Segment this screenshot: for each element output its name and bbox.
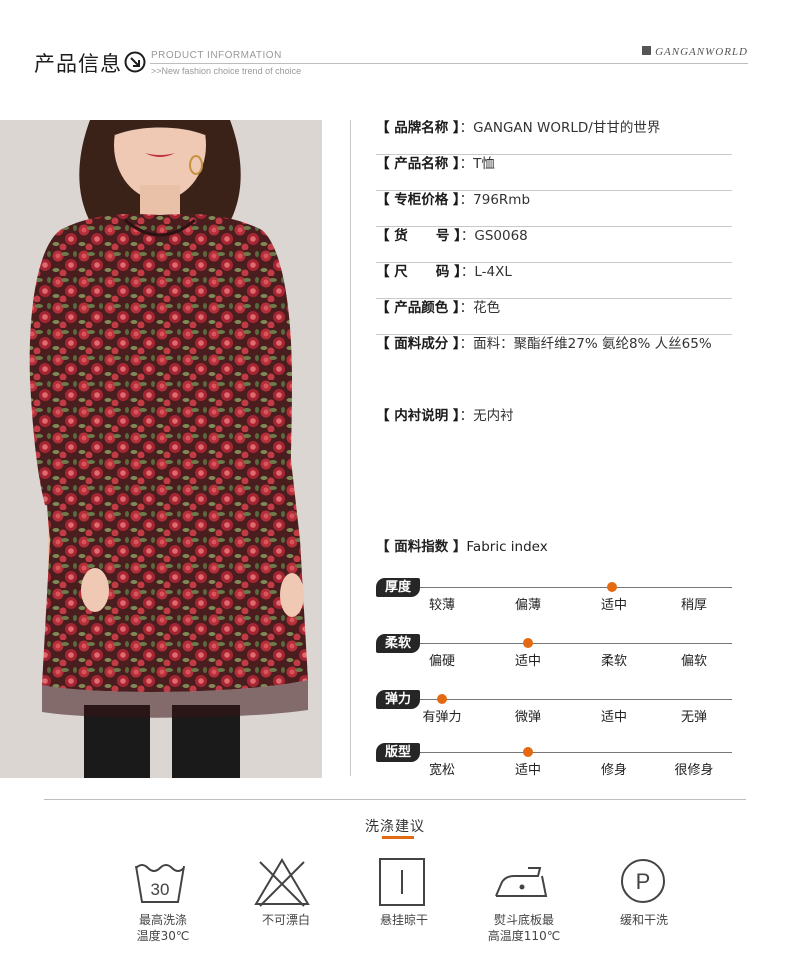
brand-label: GANGANWORLD (642, 46, 748, 58)
dry-clean-icon: P (621, 859, 665, 903)
care-label-iron: 熨斗底板最 高温度110℃ (487, 913, 561, 943)
info-row-lining: 【 内衬说明 】：无内衬 (376, 408, 514, 424)
svg-text:30: 30 (151, 880, 170, 899)
fabric-index-option: 适中 (514, 654, 541, 669)
svg-text:P: P (636, 869, 651, 894)
fabric-index-option: 适中 (600, 598, 627, 613)
wash-title-underline (382, 836, 414, 839)
info-row-brand: 【 品牌名称 】：GANGAN WORLD/甘甘的世界 (376, 119, 732, 155)
fabric-index-option: 稍厚 (680, 598, 707, 613)
section-subtitle-en: PRODUCT INFORMATION (151, 50, 282, 61)
fabric-index-marker (523, 747, 533, 757)
fabric-index-track (420, 643, 732, 644)
fabric-index-marker (437, 694, 447, 704)
info-row-color: 【 产品颜色 】：花色 (376, 299, 732, 335)
fabric-index-track (420, 752, 732, 753)
fabric-index-option: 微弹 (514, 710, 541, 725)
square-icon (642, 46, 652, 55)
fabric-index-option: 柔软 (600, 654, 627, 669)
info-row-sku: 【 货 号 】：GS0068 (376, 227, 732, 263)
fabric-index-option: 适中 (600, 710, 627, 725)
fabric-index-option: 偏硬 (428, 654, 455, 669)
fabric-index-option: 适中 (514, 763, 541, 778)
no-bleach-icon (254, 858, 310, 907)
fabric-index-marker (607, 582, 617, 592)
fabric-index-option: 宽松 (428, 763, 455, 778)
fabric-index-track (420, 587, 732, 588)
fabric-index-title: 【 面料指数 】Fabric index (376, 539, 548, 555)
fabric-index-option: 很修身 (674, 763, 714, 778)
fabric-index-track (420, 699, 732, 700)
care-label-dryclean: 缓和干洗 (619, 913, 668, 927)
fabric-index-option: 无弹 (680, 710, 707, 725)
product-photo (0, 120, 322, 778)
info-row-size: 【 尺 码 】：L-4XL (376, 263, 732, 299)
care-label-wash: 最高洗涤 温度30℃ (136, 913, 190, 943)
hang-dry-icon (379, 858, 425, 906)
fabric-index-option: 较薄 (428, 598, 455, 613)
arrow-circle-icon (124, 51, 146, 73)
fabric-index-marker (523, 638, 533, 648)
info-row-product-name: 【 产品名称 】：T恤 (376, 155, 732, 191)
info-row-material: 【 面料成分 】：面料：聚酯纤维27% 氨纶8% 人丝65% (376, 336, 712, 352)
section-title: 产品信息 (34, 52, 122, 76)
brand-text: GANGANWORLD (655, 46, 748, 58)
footer-divider (44, 799, 746, 800)
care-label-dry: 悬挂晾干 (379, 913, 428, 927)
care-label-bleach: 不可漂白 (261, 913, 310, 927)
header-divider (150, 63, 748, 64)
fabric-index-option: 偏薄 (514, 598, 541, 613)
wash-title: 洗涤建议 (365, 819, 425, 835)
column-divider (350, 120, 351, 776)
wash-30-icon: 30 (135, 864, 185, 903)
fabric-index-option: 偏软 (680, 654, 707, 669)
info-row-price: 【 专柜价格 】：796Rmb (376, 191, 732, 227)
fabric-index-option: 有弹力 (422, 710, 462, 725)
fabric-index-option: 修身 (600, 763, 627, 778)
iron-icon (495, 867, 548, 897)
section-tagline: >>New fashion choice trend of choice (151, 66, 302, 76)
